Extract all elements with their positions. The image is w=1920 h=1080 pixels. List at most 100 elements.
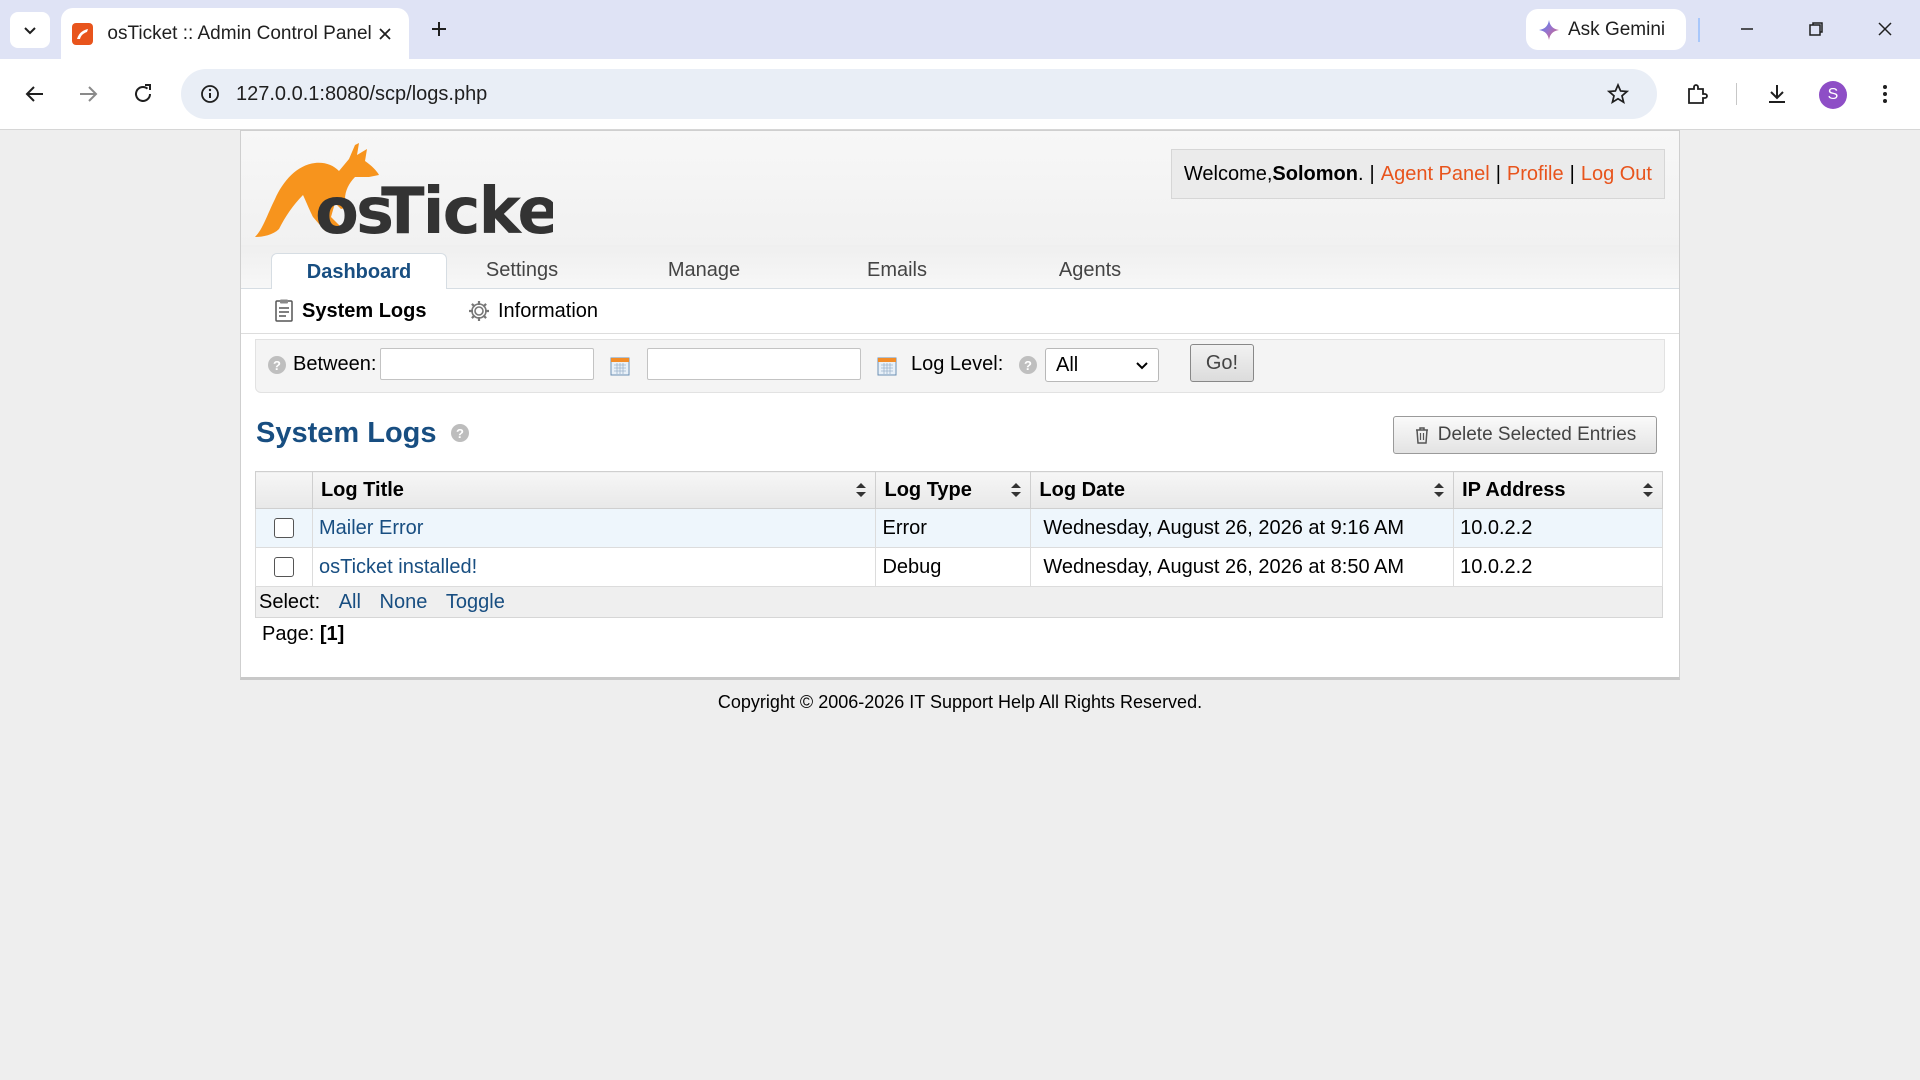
header-separator: |: [1569, 162, 1575, 185]
subnav-system-logs-label: System Logs: [302, 299, 427, 322]
browser-toolbar: 127.0.0.1:8080/scp/logs.php S: [0, 59, 1920, 130]
trash-icon: [1414, 426, 1430, 444]
sort-icon: [1434, 483, 1445, 497]
header-log-title[interactable]: Log Title: [311, 471, 877, 509]
chevron-down-icon: [1136, 362, 1148, 370]
osticket-favicon-icon: [72, 22, 94, 45]
ask-gemini-label: Ask Gemini: [1568, 18, 1666, 40]
more-menu-icon[interactable]: [1868, 77, 1902, 111]
log-level-help-icon[interactable]: ?: [1019, 356, 1037, 374]
svg-text:Ticket: Ticket: [381, 175, 553, 241]
log-title-link[interactable]: Mailer Error: [319, 517, 423, 539]
header-log-type[interactable]: Log Type: [875, 471, 1032, 509]
main-nav: Dashboard Settings Manage Emails Agents: [241, 245, 1679, 290]
header-separator: |: [1495, 162, 1501, 185]
log-date-cell: Wednesday, August 26, 2026 at 9:16 AM: [1030, 508, 1455, 548]
select-none-link[interactable]: None: [380, 591, 428, 613]
delete-selected-label: Delete Selected Entries: [1437, 424, 1637, 445]
profile-link[interactable]: Profile: [1507, 163, 1564, 186]
reload-button[interactable]: [126, 77, 160, 111]
date-from-input[interactable]: [380, 348, 594, 380]
bookmark-star-icon[interactable]: [1601, 77, 1635, 111]
tab-emails[interactable]: Emails: [826, 253, 968, 288]
back-button[interactable]: [18, 77, 52, 111]
title-help-icon[interactable]: ?: [451, 424, 469, 442]
gear-icon: [467, 299, 491, 323]
header-checkbox-column: [255, 471, 313, 509]
toolbar-separator: [1736, 83, 1737, 105]
welcome-suffix: .: [1357, 162, 1364, 185]
log-type-cell: Error: [875, 508, 1032, 548]
tab-dashboard[interactable]: Dashboard: [271, 253, 447, 290]
address-bar[interactable]: 127.0.0.1:8080/scp/logs.php: [181, 69, 1657, 119]
select-label: Select:: [259, 590, 321, 613]
plus-icon: [432, 22, 446, 36]
between-label: Between:: [293, 353, 377, 375]
row-checkbox-cell: [255, 508, 313, 548]
log-date-cell: Wednesday, August 26, 2026 at 8:50 AM: [1030, 547, 1455, 587]
downloads-icon[interactable]: [1760, 77, 1794, 111]
restore-icon: [1809, 22, 1823, 36]
log-title-cell: Mailer Error: [311, 508, 877, 548]
restore-button[interactable]: [1801, 14, 1831, 44]
tab-settings[interactable]: Settings: [451, 253, 593, 288]
new-tab-button[interactable]: [424, 14, 454, 44]
subnav-system-logs[interactable]: System Logs: [273, 296, 426, 326]
header-log-date-label: Log Date: [1039, 478, 1125, 501]
header-log-title-label: Log Title: [320, 478, 404, 501]
row-checkbox[interactable]: [273, 557, 294, 577]
profile-avatar[interactable]: S: [1819, 81, 1847, 109]
select-toggle-link[interactable]: Toggle: [446, 591, 505, 613]
select-all-link[interactable]: All: [339, 591, 361, 613]
ask-gemini-button[interactable]: Ask Gemini: [1526, 9, 1686, 50]
date-to-input[interactable]: [647, 348, 861, 380]
footer-copyright: Copyright © 2006-2026 IT Support Help Al…: [717, 692, 1203, 712]
tab-agents[interactable]: Agents: [1019, 253, 1161, 288]
table-footer-row: Select: All None Toggle: [255, 586, 1663, 618]
forward-button[interactable]: [71, 77, 105, 111]
arrow-left-icon: [25, 86, 43, 102]
header-log-type-label: Log Type: [884, 478, 972, 501]
osticket-logo[interactable]: os Ticket: [253, 137, 591, 249]
tab-search-button[interactable]: [10, 12, 50, 48]
header-ip-address-label: IP Address: [1462, 478, 1566, 501]
close-window-button[interactable]: [1870, 14, 1900, 44]
ip-address-cell: 10.0.2.2: [1453, 508, 1663, 548]
calendar-icon[interactable]: [877, 356, 897, 376]
tab-close-icon[interactable]: [372, 20, 399, 48]
pager-label: Page:: [262, 623, 315, 645]
log-type-cell: Debug: [875, 547, 1032, 587]
log-level-select[interactable]: All: [1045, 348, 1159, 382]
header-separator: |: [1369, 162, 1375, 185]
delete-selected-button[interactable]: Delete Selected Entries: [1393, 416, 1657, 454]
header-ip-address[interactable]: IP Address: [1453, 471, 1663, 509]
select-controls: Select: All None Toggle: [255, 586, 1663, 618]
row-checkbox[interactable]: [273, 518, 294, 538]
welcome-prefix: Welcome,: [1183, 162, 1273, 185]
chevron-down-icon: [24, 27, 36, 35]
welcome-box: Welcome, Solomon. | Agent Panel | Profil…: [1170, 149, 1665, 199]
site-info-icon[interactable]: [193, 77, 227, 111]
log-title-link[interactable]: osTicket installed!: [319, 556, 477, 578]
log-level-selected: All: [1056, 353, 1079, 376]
reload-icon: [135, 84, 151, 102]
subnav-information-label: Information: [498, 299, 599, 322]
logout-link[interactable]: Log Out: [1581, 163, 1652, 186]
minimize-button[interactable]: [1732, 14, 1762, 44]
table-row: Mailer Error Error Wednesday, August 26,…: [255, 508, 1663, 548]
agent-panel-link[interactable]: Agent Panel: [1381, 163, 1490, 186]
address-url[interactable]: 127.0.0.1:8080/scp/logs.php: [236, 83, 1601, 106]
subnav-information[interactable]: Information: [467, 296, 598, 326]
calendar-icon[interactable]: [610, 356, 630, 376]
between-help-icon[interactable]: ?: [268, 356, 286, 374]
browser-tabstrip: osTicket :: Admin Control Panel Ask Gemi…: [0, 0, 1920, 59]
sort-icon: [1011, 483, 1022, 497]
go-button[interactable]: Go!: [1190, 344, 1254, 382]
browser-tab-active[interactable]: osTicket :: Admin Control Panel: [61, 8, 409, 59]
extensions-puzzle-icon[interactable]: [1680, 77, 1714, 111]
gemini-sparkle-icon: [1539, 19, 1559, 40]
tab-manage[interactable]: Manage: [633, 253, 775, 288]
header-log-date[interactable]: Log Date: [1030, 471, 1455, 509]
page-viewport: os Ticket Welcome, Solomon. | Agent Pane…: [0, 130, 1920, 1080]
pager-current-page: [1]: [319, 623, 345, 645]
